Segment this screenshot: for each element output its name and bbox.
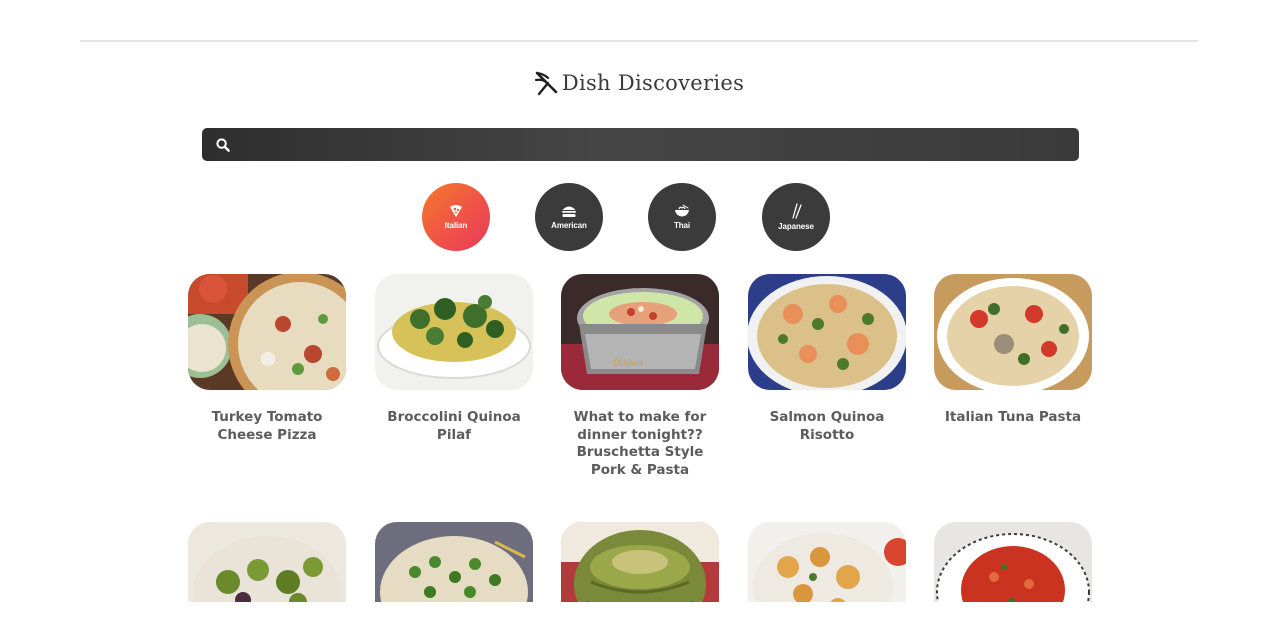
recipe-grid: Turkey Tomato Cheese Pizza Broccolini Qu… <box>0 0 1278 643</box>
recipe-image[interactable] <box>375 274 533 390</box>
recipe-card[interactable]: Turkey Tomato Cheese Pizza <box>188 274 346 444</box>
page: Dish Discoveries Italian American Thai J… <box>0 0 1278 643</box>
recipe-title[interactable]: Salmon Quinoa Risotto <box>748 409 906 444</box>
recipe-image[interactable] <box>934 274 1092 390</box>
recipe-title[interactable]: Turkey Tomato Cheese Pizza <box>188 409 346 444</box>
recipe-title[interactable]: What to make for dinner tonight?? Brusch… <box>561 409 719 479</box>
recipe-image[interactable] <box>748 274 906 390</box>
recipe-title[interactable]: Broccolini Quinoa Pilaf <box>375 409 533 444</box>
recipe-title[interactable]: Italian Tuna Pasta <box>934 409 1092 427</box>
recipe-image[interactable] <box>188 274 346 390</box>
viewport-cutoff <box>0 602 1278 643</box>
svg-text:Dishes: Dishes <box>613 359 644 369</box>
recipe-card[interactable]: Dishes What to make for dinner tonight??… <box>561 274 719 479</box>
recipe-card[interactable]: Italian Tuna Pasta <box>934 274 1092 427</box>
recipe-card[interactable]: Broccolini Quinoa Pilaf <box>375 274 533 444</box>
recipe-card[interactable]: Salmon Quinoa Risotto <box>748 274 906 444</box>
recipe-image[interactable]: Dishes <box>561 274 719 390</box>
